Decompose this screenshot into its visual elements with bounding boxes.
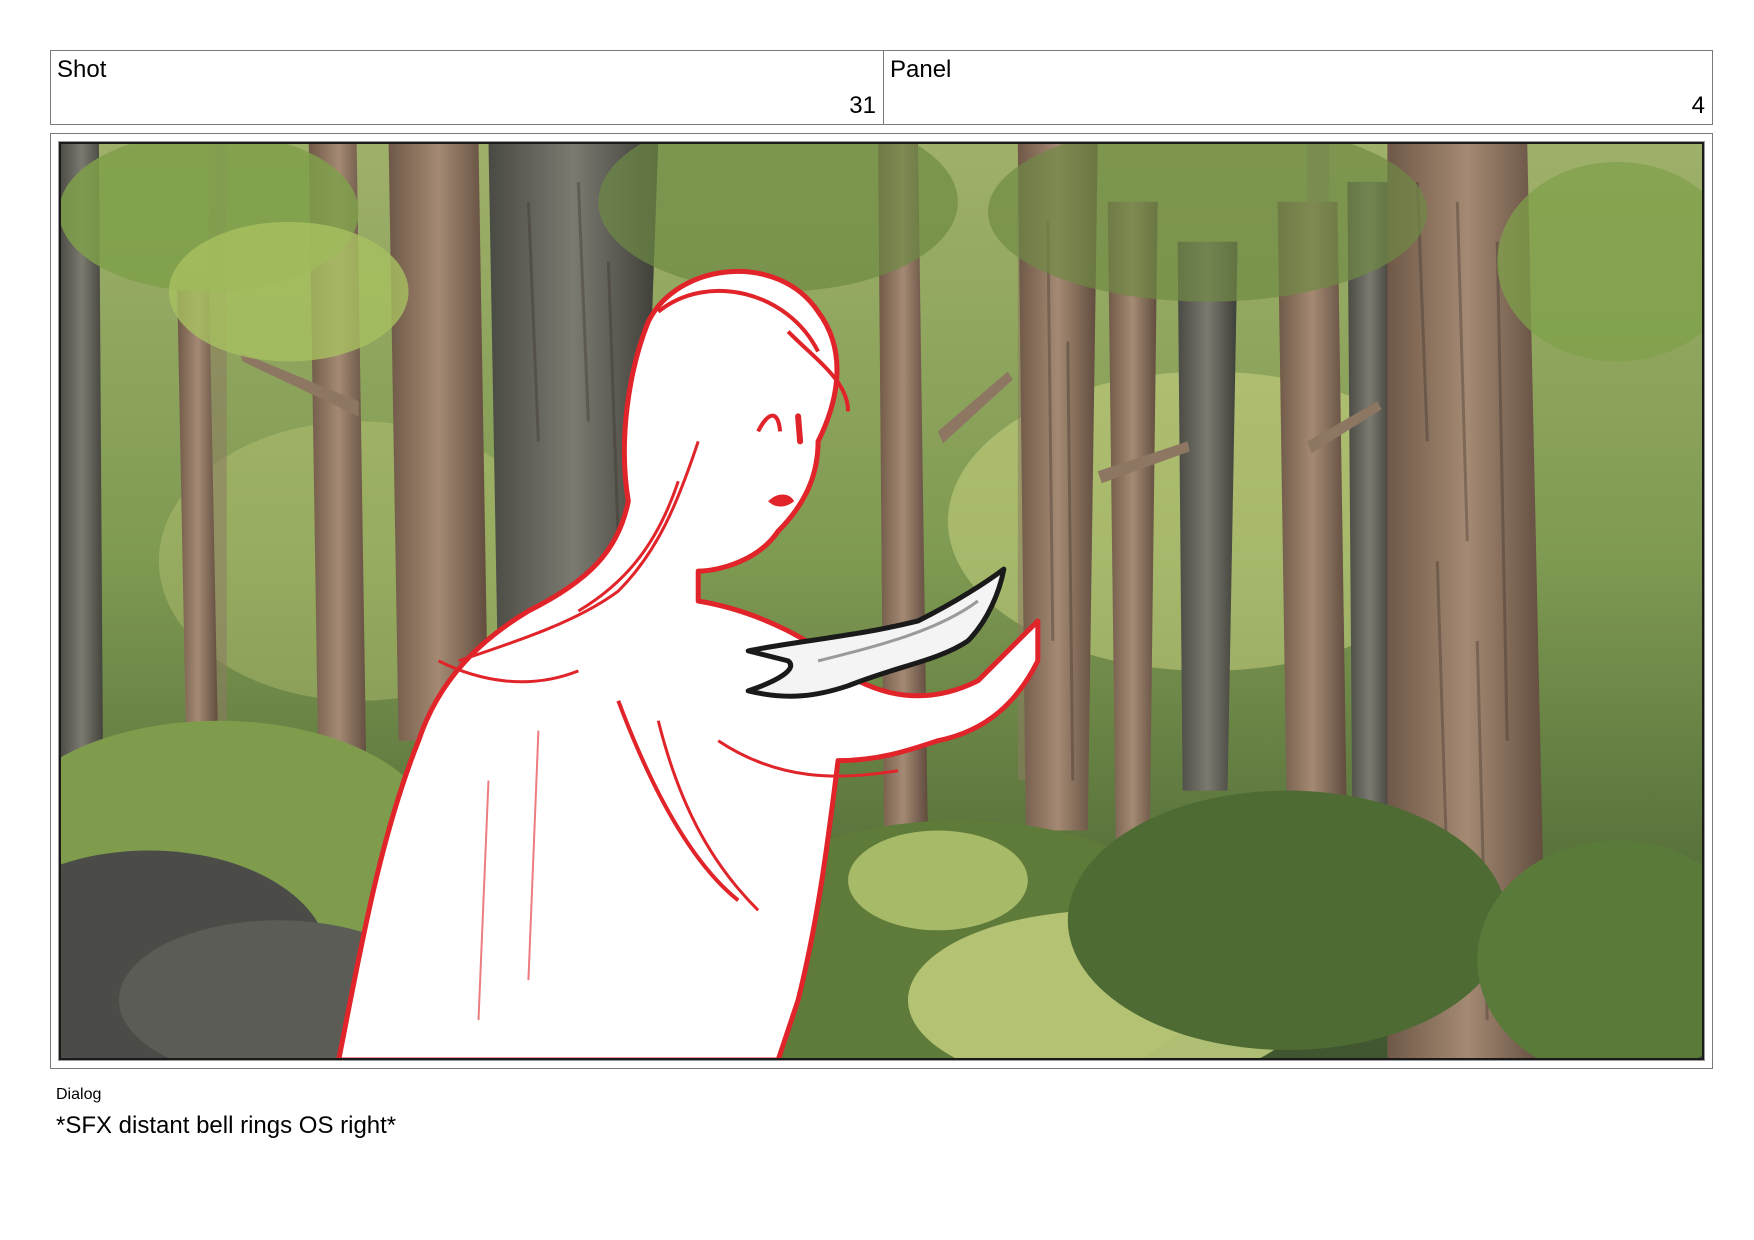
shot-cell: Shot 31 [51, 51, 884, 124]
panel-label: Panel [890, 56, 952, 83]
panel-number: 4 [1691, 92, 1705, 119]
dialog-label: Dialog [56, 1086, 102, 1103]
storyboard-frame [50, 133, 1713, 1069]
dialog-text: *SFX distant bell rings OS right* [56, 1112, 397, 1139]
shot-panel-header: Shot 31 Panel 4 [50, 50, 1713, 125]
forest-sketch-illustration [59, 142, 1704, 1060]
panel-cell: Panel 4 [884, 51, 1712, 124]
shot-number: 31 [849, 92, 876, 119]
shot-label: Shot [57, 56, 107, 83]
storyboard-panel-image [58, 141, 1705, 1061]
